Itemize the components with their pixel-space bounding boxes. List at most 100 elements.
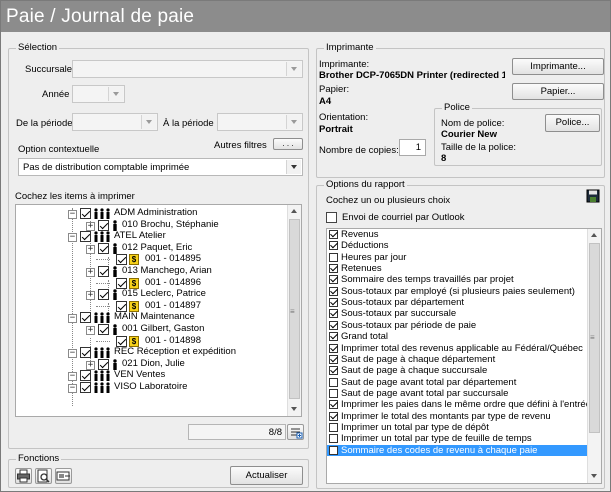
scroll-down-icon[interactable] [288, 403, 301, 416]
tree-expand-button[interactable] [287, 424, 304, 440]
tree-node-checkbox[interactable] [80, 382, 91, 393]
option-item[interactable]: Imprimer les paies dans le même ordre qu… [327, 399, 601, 410]
option-item[interactable]: Saut de page avant total par succursale [327, 388, 587, 399]
option-item[interactable]: Imprimer un total par type de feuille de… [327, 433, 587, 444]
option-checkbox[interactable] [329, 275, 338, 285]
option-item[interactable]: Saut de page avant total par département [327, 377, 587, 388]
succursale-combo[interactable] [72, 60, 303, 78]
succursale-label: Succursale [25, 64, 72, 75]
option-checkbox[interactable] [329, 366, 338, 376]
option-checkbox[interactable] [329, 400, 338, 410]
tree-node-checkbox[interactable] [116, 254, 127, 266]
option-checkbox[interactable] [329, 264, 338, 274]
option-item[interactable]: Revenus [327, 229, 587, 240]
tree-node-checkbox[interactable] [80, 370, 91, 382]
copies-input[interactable]: 1 [399, 139, 426, 156]
collapse-icon[interactable]: − [68, 372, 77, 382]
expand-icon[interactable]: + [86, 326, 95, 335]
autres-filtres-button[interactable]: . . . [273, 138, 303, 150]
option-checkbox[interactable] [329, 422, 338, 432]
tree-node-checkbox[interactable] [116, 335, 127, 347]
tree-node-checkbox[interactable] [116, 300, 127, 312]
tree-node-checkbox[interactable] [98, 242, 109, 254]
option-checkbox[interactable] [329, 320, 338, 330]
expand-icon[interactable]: + [86, 268, 95, 277]
option-checkbox[interactable] [329, 411, 338, 421]
option-contextuelle-combo[interactable]: Pas de distribution comptable imprimée [18, 158, 303, 176]
scroll-down-icon[interactable] [588, 470, 601, 483]
tree-node-checkbox[interactable] [80, 208, 91, 219]
print-button[interactable] [15, 468, 32, 484]
option-checkbox[interactable] [329, 388, 338, 398]
collapse-icon[interactable]: − [68, 349, 77, 359]
tree-node-checkbox[interactable] [98, 219, 109, 231]
chevron-down-icon[interactable] [141, 115, 156, 129]
option-checkbox[interactable] [329, 298, 338, 308]
option-checkbox[interactable] [329, 252, 338, 262]
expand-icon[interactable]: + [86, 221, 95, 231]
option-checkbox[interactable] [329, 309, 338, 319]
collapse-icon[interactable]: − [68, 210, 77, 219]
option-item[interactable]: Retenues [327, 263, 587, 274]
option-checkbox[interactable] [329, 434, 338, 444]
option-item[interactable]: Saut de page à chaque département [327, 354, 587, 365]
de-la-periode-combo[interactable] [72, 113, 158, 131]
imprimante-button[interactable]: Imprimante... [512, 58, 604, 75]
option-item[interactable]: Sous-totaux par succursale [327, 308, 587, 319]
option-item[interactable]: Sous-totaux par employé (si plusieurs pa… [327, 286, 587, 297]
option-item[interactable]: Sommaire des codes de revenu à chaque pa… [327, 444, 587, 456]
expand-icon[interactable]: + [86, 291, 95, 301]
option-checkbox[interactable] [329, 445, 338, 455]
orientation-label: Orientation: [319, 112, 369, 123]
tree-node-checkbox[interactable] [80, 312, 91, 324]
report-options-list[interactable]: Revenus Déductions Heures par jour Retenues… [326, 228, 602, 484]
collapse-icon[interactable]: − [68, 384, 77, 393]
envoi-courriel-checkbox[interactable] [326, 212, 337, 223]
scroll-up-icon[interactable] [288, 205, 301, 218]
options-scrollbar[interactable]: ≡ [587, 229, 601, 483]
option-checkbox[interactable] [329, 377, 338, 387]
chevron-down-icon[interactable] [286, 115, 301, 129]
tree-node-checkbox[interactable] [116, 277, 127, 289]
annee-combo[interactable] [72, 85, 125, 103]
collapse-icon[interactable]: − [68, 314, 77, 324]
tree-node-checkbox[interactable] [80, 347, 91, 359]
items-tree[interactable]: − ADM Administration +010 Brochu, Stéphani… [15, 204, 302, 417]
option-checkbox[interactable] [329, 286, 338, 296]
option-checkbox[interactable] [329, 230, 338, 239]
save-options-button[interactable] [586, 189, 601, 204]
option-checkbox[interactable] [329, 332, 338, 342]
option-item[interactable]: Heures par jour [327, 252, 587, 263]
tree-node-checkbox[interactable] [98, 324, 109, 335]
option-item[interactable]: Imprimer le total des montants par type … [327, 411, 587, 422]
papier-button[interactable]: Papier... [512, 83, 604, 100]
option-item[interactable]: Grand total [327, 331, 587, 342]
tree-node-checkbox[interactable] [98, 266, 109, 277]
option-item[interactable]: Imprimer un total par type de dépôt [327, 422, 587, 433]
option-item[interactable]: Saut de page à chaque succursale [327, 365, 587, 376]
collapse-icon[interactable]: − [68, 233, 77, 243]
scroll-up-icon[interactable] [588, 229, 601, 242]
police-button[interactable]: Police... [545, 114, 600, 132]
option-item[interactable]: Imprimer total des revenus applicable au… [327, 343, 587, 354]
preview-button[interactable] [35, 468, 52, 484]
option-checkbox[interactable] [329, 354, 338, 364]
option-item[interactable]: Sous-totaux par période de paie [327, 320, 587, 331]
option-checkbox[interactable] [329, 241, 338, 251]
tree-node-checkbox[interactable] [98, 289, 109, 301]
chevron-down-icon[interactable] [286, 160, 301, 174]
a-la-periode-combo[interactable] [217, 113, 303, 131]
export-button[interactable] [55, 468, 72, 484]
expand-icon[interactable]: + [86, 360, 95, 370]
option-checkbox[interactable] [329, 343, 338, 353]
option-item[interactable]: Déductions [327, 240, 587, 251]
tree-scrollbar[interactable]: ≡ [287, 205, 301, 416]
expand-icon[interactable]: + [86, 244, 95, 254]
actualiser-button[interactable]: Actualiser [230, 466, 303, 485]
chevron-down-icon[interactable] [108, 87, 123, 101]
option-item[interactable]: Sommaire des temps travaillés par projet [327, 274, 587, 285]
chevron-down-icon[interactable] [286, 62, 301, 76]
tree-node-checkbox[interactable] [80, 231, 91, 243]
option-item[interactable]: Sous-totaux par département [327, 297, 587, 308]
tree-node-checkbox[interactable] [98, 358, 109, 370]
